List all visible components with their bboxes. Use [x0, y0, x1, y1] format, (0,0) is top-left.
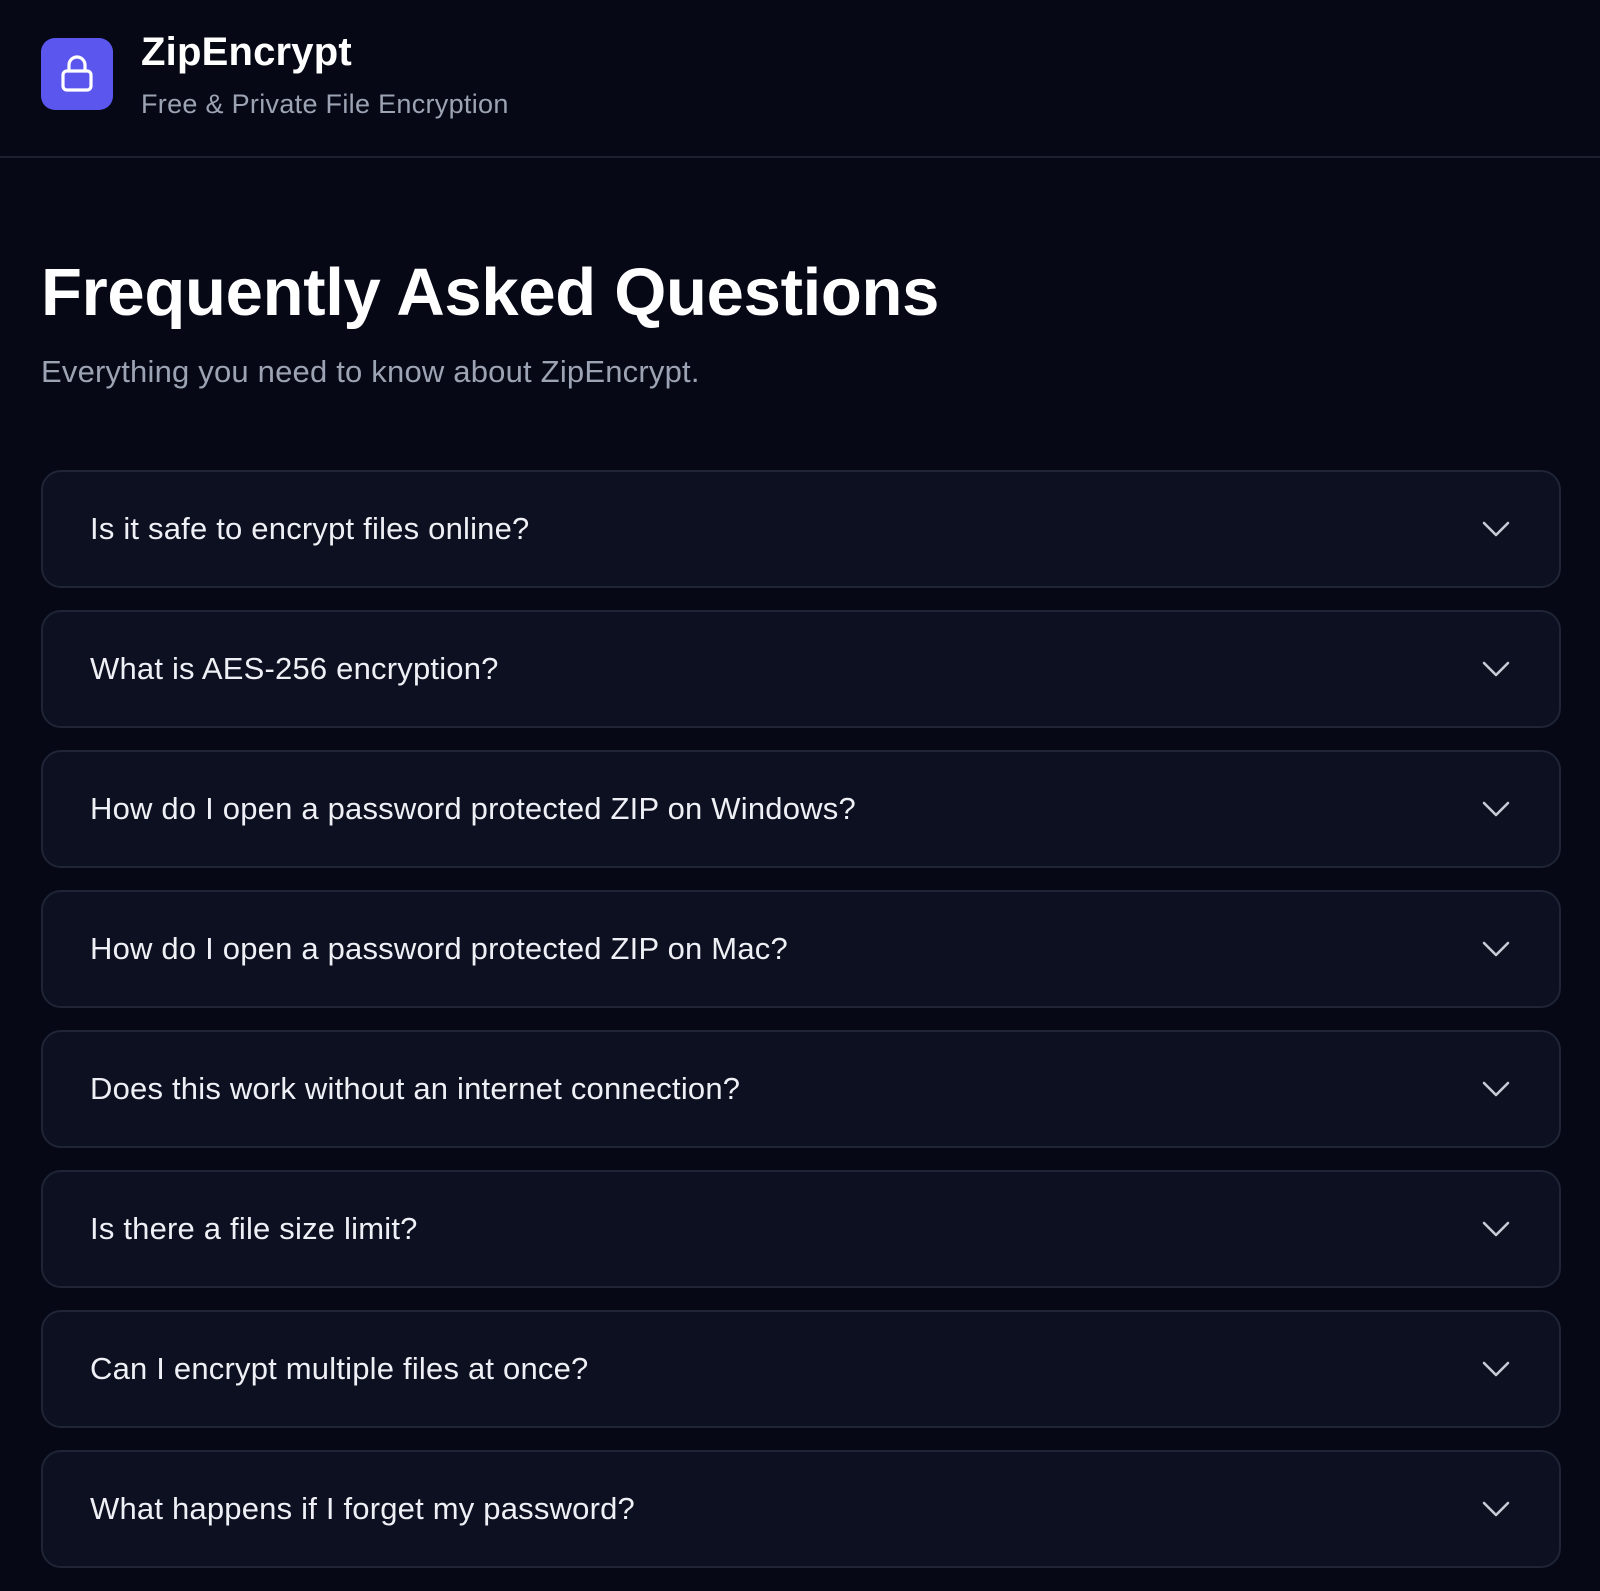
- faq-item-forgot-password[interactable]: What happens if I forget my password?: [41, 1450, 1561, 1568]
- faq-question: What is AES-256 encryption?: [90, 651, 499, 686]
- faq-question: Can I encrypt multiple files at once?: [90, 1351, 589, 1386]
- chevron-down-icon[interactable]: [1481, 1074, 1511, 1104]
- chevron-down-icon[interactable]: [1481, 1354, 1511, 1384]
- faq-question: Does this work without an internet conne…: [90, 1071, 741, 1106]
- chevron-down-icon[interactable]: [1481, 654, 1511, 684]
- page-title: Frequently Asked Questions: [41, 255, 940, 330]
- chevron-down-icon[interactable]: [1481, 794, 1511, 824]
- brand-tagline: Free & Private File Encryption: [141, 89, 509, 119]
- chevron-down-icon[interactable]: [1481, 1214, 1511, 1244]
- faq-question: Is it safe to encrypt files online?: [90, 511, 530, 546]
- brand-name[interactable]: ZipEncrypt: [141, 30, 352, 75]
- site-header: ZipEncrypt Free & Private File Encryptio…: [0, 0, 1600, 158]
- faq-item-file-size-limit[interactable]: Is there a file size limit?: [41, 1170, 1561, 1288]
- lock-icon: [61, 55, 93, 92]
- faq-item-open-zip-mac[interactable]: How do I open a password protected ZIP o…: [41, 890, 1561, 1008]
- faq-item-multiple-files[interactable]: Can I encrypt multiple files at once?: [41, 1310, 1561, 1428]
- chevron-down-icon[interactable]: [1481, 934, 1511, 964]
- faq-question: How do I open a password protected ZIP o…: [90, 931, 788, 966]
- chevron-down-icon[interactable]: [1481, 514, 1511, 544]
- faq-question: What happens if I forget my password?: [90, 1491, 635, 1526]
- chevron-down-icon[interactable]: [1481, 1494, 1511, 1524]
- faq-question: Is there a file size limit?: [90, 1211, 418, 1246]
- faq-question: How do I open a password protected ZIP o…: [90, 791, 856, 826]
- faq-item-offline[interactable]: Does this work without an internet conne…: [41, 1030, 1561, 1148]
- faq-item-open-zip-windows[interactable]: How do I open a password protected ZIP o…: [41, 750, 1561, 868]
- faq-list: Is it safe to encrypt files online? What…: [41, 470, 1561, 1590]
- logo[interactable]: [41, 38, 113, 110]
- faq-item-aes-256[interactable]: What is AES-256 encryption?: [41, 610, 1561, 728]
- faq-item-safe-online[interactable]: Is it safe to encrypt files online?: [41, 470, 1561, 588]
- page-subtitle: Everything you need to know about ZipEnc…: [41, 354, 700, 389]
